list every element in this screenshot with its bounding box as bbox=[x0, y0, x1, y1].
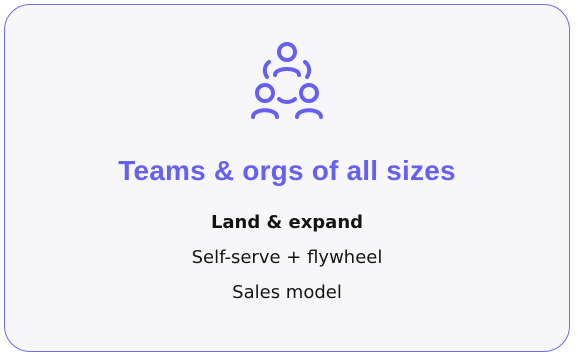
card-line-self-serve: Self-serve + flywheel bbox=[191, 247, 383, 268]
card-line-sales-model: Sales model bbox=[232, 282, 342, 303]
team-network-icon bbox=[247, 37, 327, 127]
card-line-land-expand: Land & expand bbox=[210, 212, 364, 233]
segment-card: Teams & orgs of all sizes Land & expand … bbox=[4, 4, 570, 352]
card-title: Teams & orgs of all sizes bbox=[118, 155, 456, 186]
